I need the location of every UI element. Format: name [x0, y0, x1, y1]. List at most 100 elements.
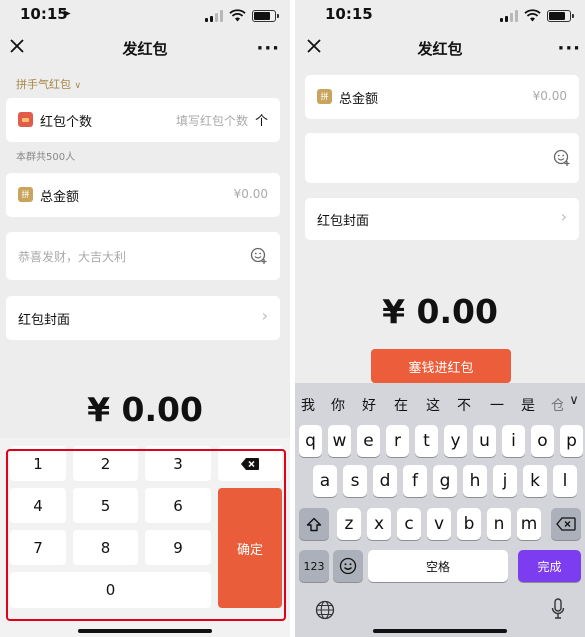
- wifi-icon: [229, 9, 246, 22]
- key-v[interactable]: v: [427, 508, 451, 540]
- chevron-down-icon[interactable]: ∨: [563, 393, 585, 408]
- amount-display: ¥ 0.00: [87, 390, 203, 429]
- page-title: 发红包: [417, 40, 463, 58]
- done-key[interactable]: 完成: [518, 550, 581, 582]
- key-2[interactable]: 2: [73, 446, 138, 481]
- cover-label: 红包封面: [18, 313, 71, 328]
- page-title: 发红包: [122, 40, 168, 58]
- key-l[interactable]: l: [553, 465, 577, 497]
- candidate-item[interactable]: 在: [394, 395, 408, 415]
- cover-label: 红包封面: [317, 214, 370, 229]
- sticker-icon[interactable]: [250, 247, 268, 265]
- key-9[interactable]: 9: [145, 530, 211, 565]
- key-x[interactable]: x: [367, 508, 391, 540]
- key-c[interactable]: c: [397, 508, 421, 540]
- candidate-item[interactable]: 一: [490, 395, 504, 415]
- stuff-money-button[interactable]: 塞钱进红包: [371, 349, 511, 383]
- status-time: 10:15: [20, 5, 68, 23]
- greeting-field[interactable]: 恭喜发财，大吉大利: [6, 232, 280, 280]
- key-8[interactable]: 8: [73, 530, 138, 565]
- chevron-right-icon: ›: [560, 207, 567, 226]
- home-indicator: [373, 629, 507, 633]
- key-e[interactable]: e: [357, 425, 380, 457]
- packet-count-input[interactable]: 填写红包个数: [176, 112, 248, 129]
- pin-icon: 拼: [18, 187, 33, 202]
- lucky-mode-label: 拼手气红包: [16, 78, 71, 91]
- red-packet-icon: [18, 112, 33, 127]
- key-s[interactable]: s: [343, 465, 367, 497]
- key-backspace[interactable]: [218, 446, 282, 481]
- greeting-field[interactable]: [305, 133, 579, 183]
- nav-bar: 发红包 ···: [295, 32, 585, 62]
- left-screen: 10:15 ➤ 发红包 ··· 拼手气红包 ∨ 红包个数 填写红包个数 个 本群…: [0, 0, 290, 637]
- candidate-item[interactable]: 这: [426, 395, 440, 415]
- backspace-icon: [556, 517, 576, 531]
- key-7[interactable]: 7: [10, 530, 66, 565]
- key-t[interactable]: t: [415, 425, 438, 457]
- total-amount-label: 总金额: [40, 190, 80, 205]
- microphone-icon[interactable]: [551, 598, 565, 620]
- space-key[interactable]: 空格: [368, 550, 508, 582]
- backspace-icon: [241, 457, 259, 470]
- candidate-item[interactable]: 好: [362, 395, 376, 415]
- key-f[interactable]: f: [403, 465, 427, 497]
- key-o[interactable]: o: [531, 425, 554, 457]
- candidate-item[interactable]: 不: [457, 395, 471, 415]
- confirm-button[interactable]: 确定: [218, 488, 282, 608]
- battery-icon: [547, 9, 574, 22]
- key-5[interactable]: 5: [73, 488, 138, 523]
- key-y[interactable]: y: [444, 425, 467, 457]
- key-w[interactable]: w: [328, 425, 351, 457]
- total-amount-value[interactable]: ¥0.00: [533, 89, 567, 103]
- key-b[interactable]: b: [457, 508, 481, 540]
- signal-icon: [500, 9, 518, 22]
- globe-icon[interactable]: [315, 600, 335, 620]
- total-amount-value[interactable]: ¥0.00: [234, 187, 268, 201]
- total-amount-row[interactable]: 拼 总金额 ¥0.00: [305, 75, 579, 119]
- status-icons: [205, 9, 279, 22]
- key-j[interactable]: j: [493, 465, 517, 497]
- key-a[interactable]: a: [313, 465, 337, 497]
- key-g[interactable]: g: [433, 465, 457, 497]
- key-1[interactable]: 1: [10, 446, 66, 481]
- greeting-placeholder: 恭喜发财，大吉大利: [18, 250, 127, 264]
- key-0[interactable]: 0: [10, 572, 211, 608]
- shift-key[interactable]: [299, 508, 329, 540]
- key-z[interactable]: z: [337, 508, 361, 540]
- candidate-item[interactable]: 是: [521, 395, 535, 415]
- lucky-mode-dropdown[interactable]: 拼手气红包 ∨: [16, 76, 81, 92]
- wifi-icon: [524, 9, 541, 22]
- pin-icon: 拼: [317, 89, 332, 104]
- packet-count-label: 红包个数: [40, 115, 93, 130]
- candidate-item[interactable]: 我: [301, 395, 315, 415]
- nav-bar: 发红包 ···: [0, 32, 290, 62]
- key-u[interactable]: u: [473, 425, 496, 457]
- key-q[interactable]: q: [299, 425, 322, 457]
- key-3[interactable]: 3: [145, 446, 211, 481]
- numbers-key[interactable]: 123: [299, 550, 329, 582]
- key-i[interactable]: i: [502, 425, 525, 457]
- key-n[interactable]: n: [487, 508, 511, 540]
- key-4[interactable]: 4: [10, 488, 66, 523]
- chevron-right-icon: ›: [261, 306, 268, 325]
- key-h[interactable]: h: [463, 465, 487, 497]
- key-6[interactable]: 6: [145, 488, 211, 523]
- key-d[interactable]: d: [373, 465, 397, 497]
- cover-row[interactable]: 红包封面 ›: [305, 198, 579, 240]
- battery-icon: [252, 9, 279, 22]
- sticker-icon[interactable]: [553, 149, 571, 167]
- total-amount-row[interactable]: 拼 总金额 ¥0.00: [6, 173, 280, 217]
- key-k[interactable]: k: [523, 465, 547, 497]
- cover-row[interactable]: 红包封面 ›: [6, 296, 280, 340]
- emoji-key[interactable]: [333, 550, 363, 582]
- key-m[interactable]: m: [517, 508, 541, 540]
- more-icon[interactable]: ···: [557, 38, 581, 59]
- delete-key[interactable]: [551, 508, 581, 540]
- more-icon[interactable]: ···: [256, 38, 280, 59]
- right-screen: 10:15 发红包 ··· 拼 总金额 ¥0.00 红包封面 › ¥ 0.00 …: [295, 0, 585, 637]
- key-r[interactable]: r: [386, 425, 409, 457]
- key-p[interactable]: p: [560, 425, 583, 457]
- packet-count-row[interactable]: 红包个数 填写红包个数 个: [6, 98, 280, 142]
- candidate-item[interactable]: 你: [331, 395, 345, 415]
- status-bar: 10:15 ➤: [0, 0, 290, 30]
